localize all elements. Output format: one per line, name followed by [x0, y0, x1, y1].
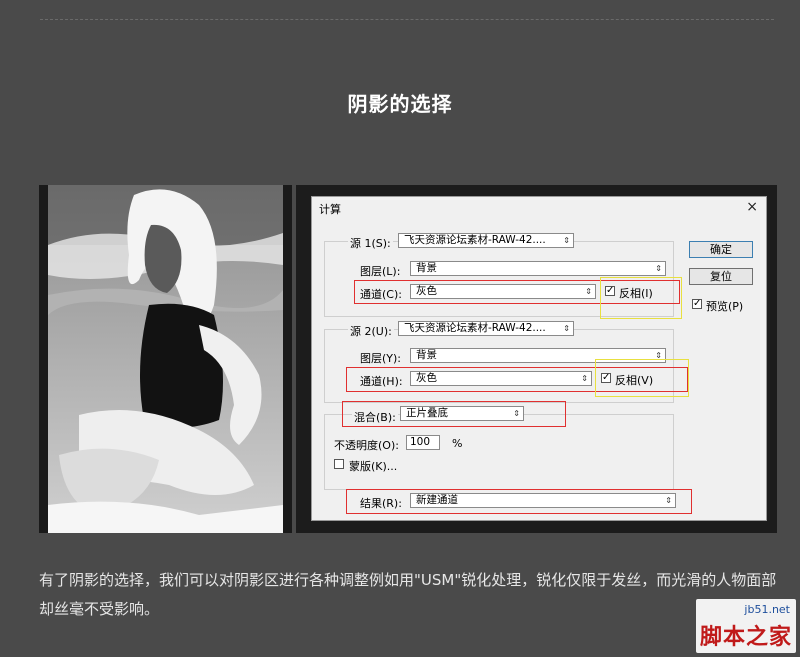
- source2-label: 源 2(U):: [348, 323, 394, 339]
- chevron-updown-icon: ⇕: [655, 264, 662, 273]
- reset-button[interactable]: 复位: [689, 268, 753, 285]
- source1-layer-select[interactable]: 背景 ⇕: [410, 261, 666, 276]
- source1-layer-label: 图层(L):: [360, 265, 401, 278]
- chevron-updown-icon: ⇕: [563, 236, 570, 245]
- highlight-result: [346, 489, 692, 514]
- preview-label: 预览(P): [706, 300, 744, 313]
- highlight-source2-invert: [595, 359, 689, 397]
- section-title: 阴影的选择: [347, 92, 453, 116]
- watermark-name: 脚本之家: [699, 624, 792, 650]
- opacity-input[interactable]: 100: [406, 435, 440, 450]
- source1-file-value: 飞天资源论坛素材-RAW-42....: [404, 234, 546, 246]
- source2-file-select[interactable]: 飞天资源论坛素材-RAW-42.... ⇕: [398, 321, 574, 336]
- dialog-title: 计算: [319, 203, 341, 216]
- inverted-photo: [39, 185, 292, 533]
- chevron-updown-icon: ⇕: [563, 324, 570, 333]
- highlight-blending: [342, 401, 566, 427]
- dialog-screenshot-panel: 计算 × 源 1(S): 飞天资源论坛素材-RAW-42.... ⇕ 图层(L)…: [296, 185, 777, 533]
- source2-file-value: 飞天资源论坛素材-RAW-42....: [404, 322, 546, 334]
- site-watermark: jb51.net 脚本之家: [696, 599, 796, 653]
- source2-layer-label: 图层(Y):: [360, 352, 402, 365]
- mask-checkbox[interactable]: [334, 459, 344, 469]
- caption-text: 有了阴影的选择，我们可以对阴影区进行各种调整例如用"USM"锐化处理，锐化仅限于…: [39, 571, 777, 618]
- opacity-label: 不透明度(O):: [334, 439, 399, 452]
- source1-label: 源 1(S):: [348, 235, 393, 251]
- source1-layer-value: 背景: [416, 262, 437, 274]
- mask-label: 蒙版(K)...: [349, 460, 398, 473]
- ok-button[interactable]: 确定: [689, 241, 753, 258]
- highlight-source1-invert: [600, 277, 682, 319]
- close-icon[interactable]: ×: [746, 199, 758, 215]
- top-divider: [40, 19, 774, 20]
- source1-file-select[interactable]: 飞天资源论坛素材-RAW-42.... ⇕: [398, 233, 574, 248]
- source2-layer-value: 背景: [416, 349, 437, 361]
- preview-checkbox[interactable]: ✓: [692, 299, 702, 309]
- calculations-dialog: 计算 × 源 1(S): 飞天资源论坛素材-RAW-42.... ⇕ 图层(L)…: [311, 196, 767, 521]
- opacity-unit: %: [452, 437, 463, 450]
- inverted-photo-art: [48, 185, 283, 533]
- watermark-url: jb51.net: [744, 603, 790, 616]
